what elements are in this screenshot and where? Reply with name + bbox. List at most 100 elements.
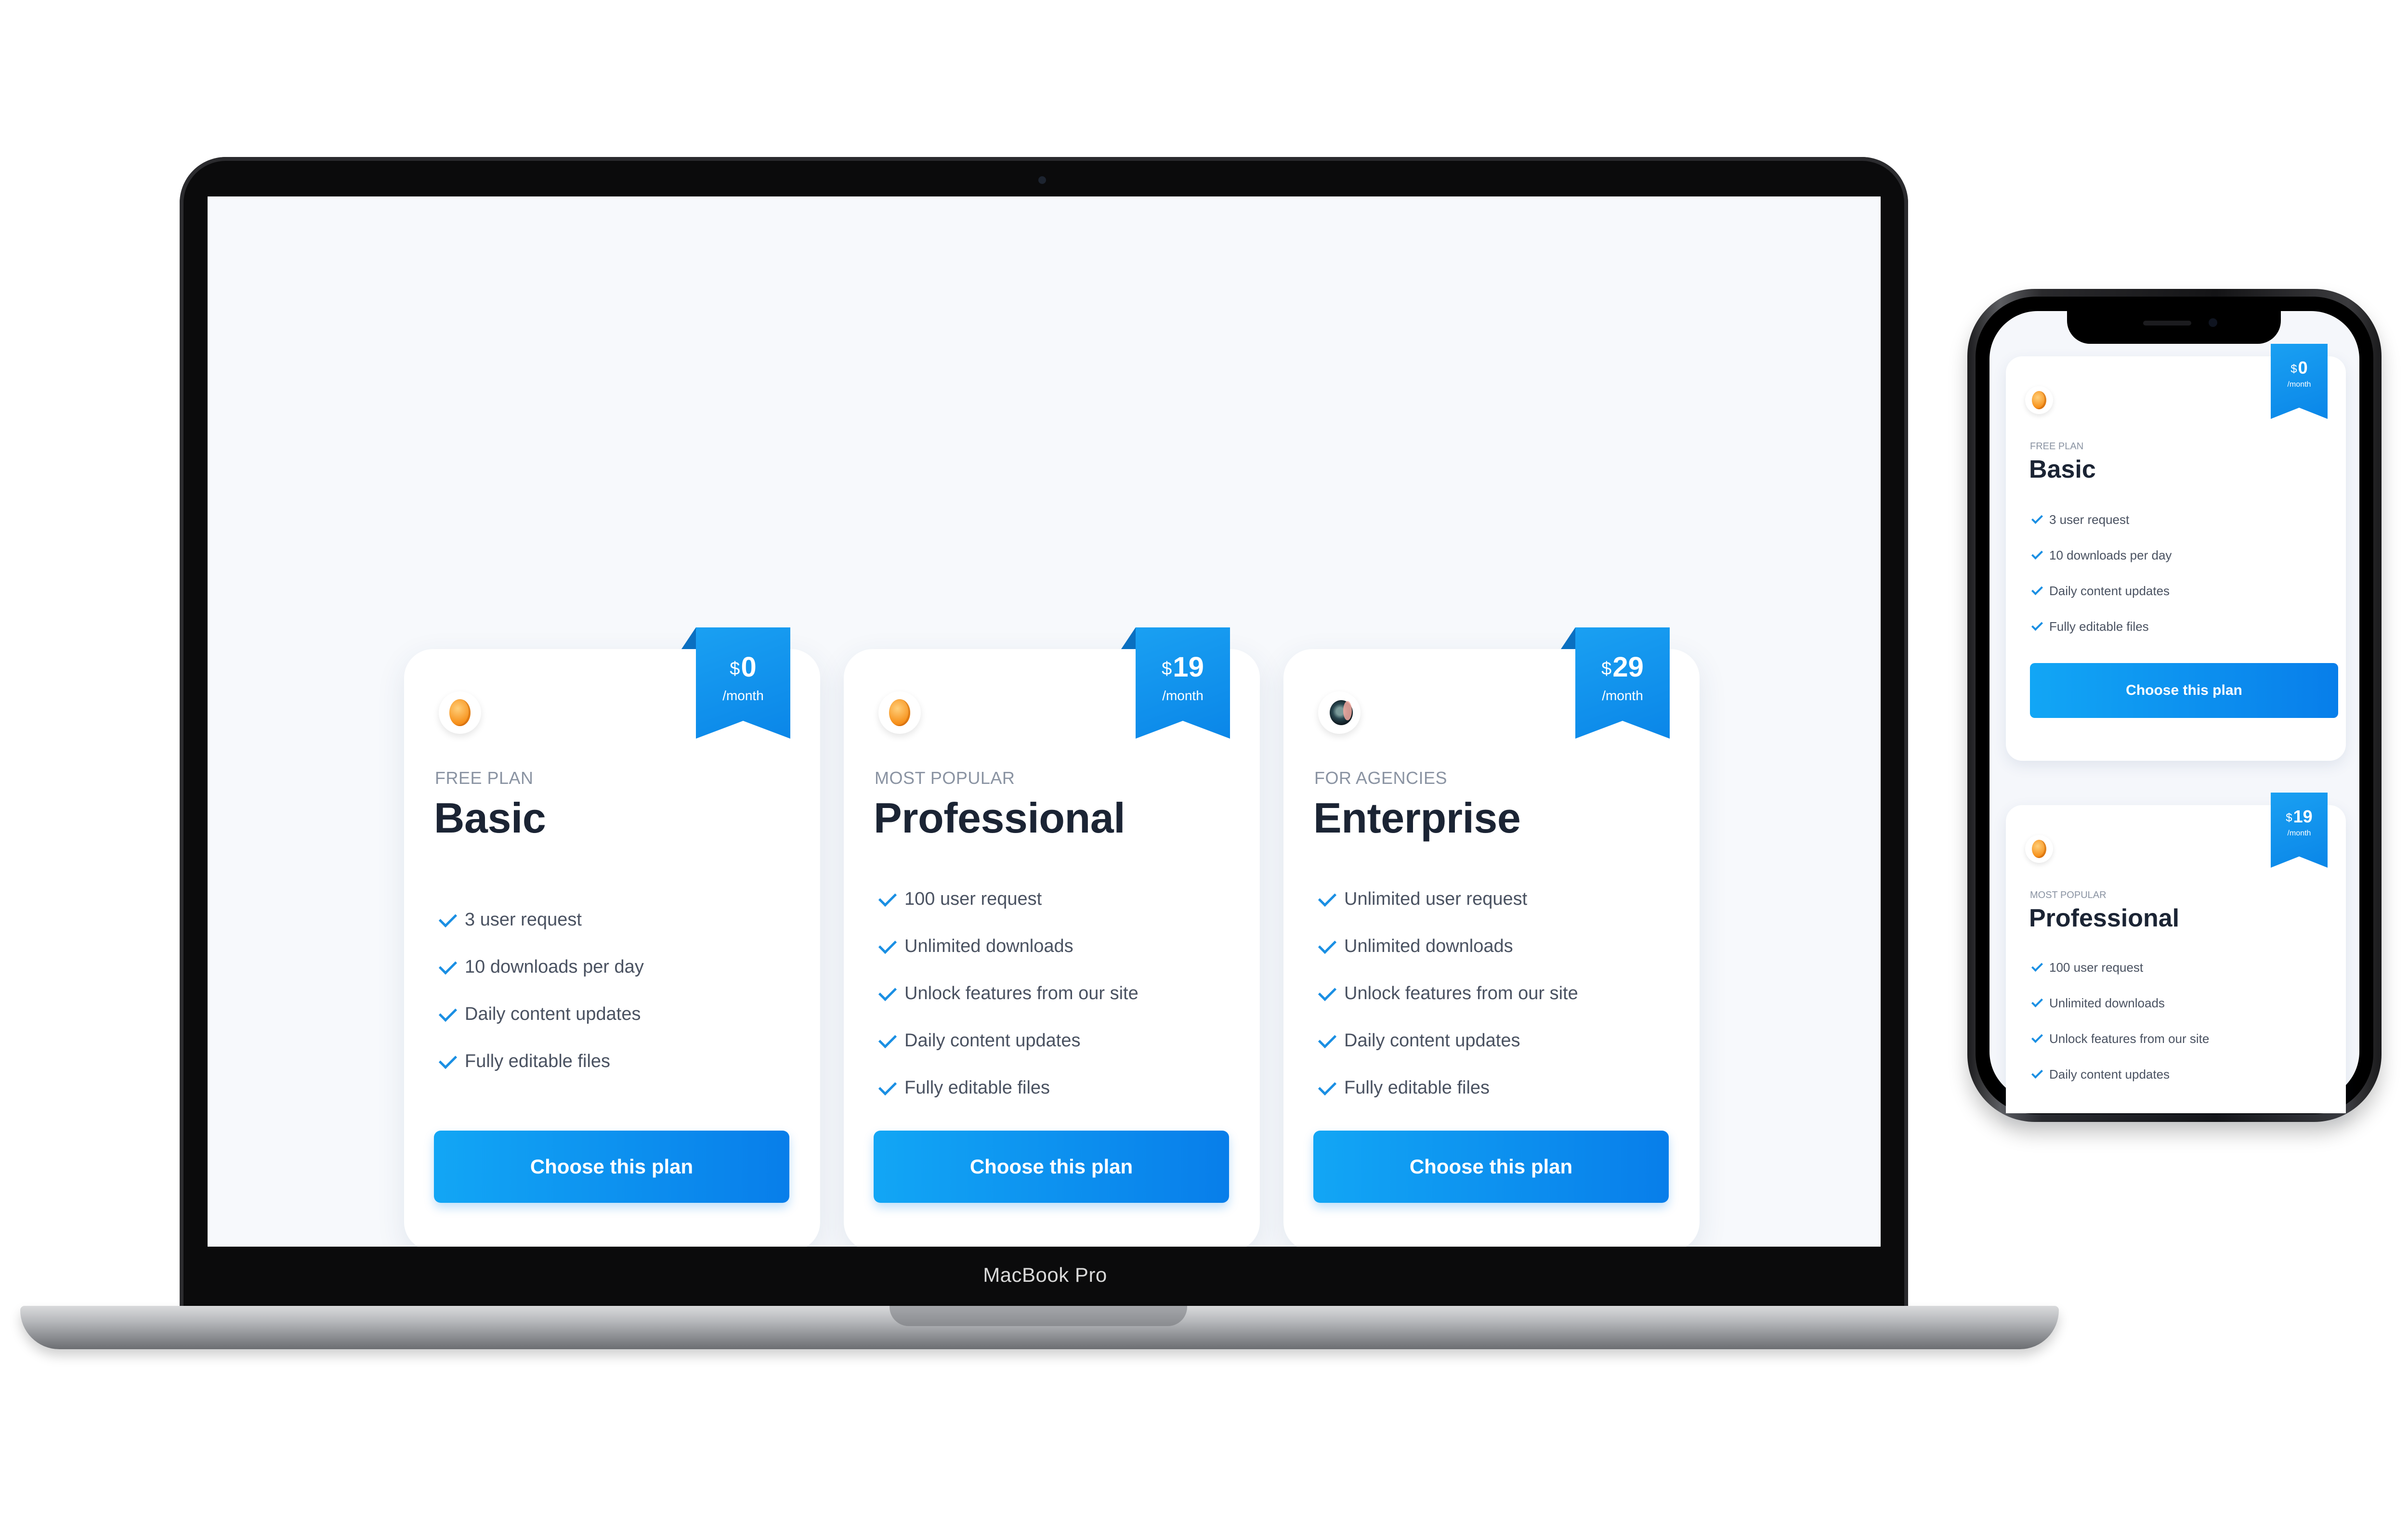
plan-title: Basic	[434, 794, 546, 842]
price-period: /month	[1602, 688, 1643, 703]
list-item: 100 user request	[2030, 950, 2209, 985]
currency-symbol: $	[730, 659, 740, 679]
plan-label: FREE PLAN	[435, 768, 534, 788]
feature-list: 100 user request Unlimited downloads Unl…	[2030, 950, 2209, 1092]
price-period: /month	[722, 688, 764, 703]
check-icon	[878, 1029, 897, 1049]
phone-camera	[2209, 318, 2217, 327]
check-icon	[2031, 619, 2043, 631]
price: $0	[2271, 359, 2328, 377]
laptop-hinge-notch	[890, 1306, 1187, 1326]
ribbon-fold	[681, 627, 696, 649]
list-item: Daily content updates	[2030, 1056, 2209, 1092]
check-icon	[2031, 547, 2043, 560]
plan-card-enterprise: $29 /month FOR AGENCIES Enterprise Unlim…	[1283, 627, 1700, 1247]
list-item: 3 user request	[2030, 502, 2172, 537]
choose-plan-button[interactable]: Choose this plan	[434, 1131, 789, 1203]
price-ribbon: $0 /month	[2271, 344, 2328, 419]
price-amount: 19	[1173, 651, 1204, 683]
price-period: /month	[1162, 688, 1204, 703]
plan-label: MOST POPULAR	[2030, 890, 2107, 900]
list-item: Daily content updates	[876, 1017, 1139, 1064]
mobile-plan-card-basic: $0 /month FREE PLAN Basic 3 user request…	[2006, 344, 2346, 761]
feature-list: 100 user request Unlimited downloads Unl…	[876, 875, 1139, 1111]
list-item: Fully editable files	[436, 1038, 644, 1085]
list-item: Fully editable files	[2030, 609, 2172, 644]
list-item: Unlimited user request	[1315, 875, 1578, 923]
orange-coin-icon	[2025, 386, 2053, 414]
currency-symbol: $	[2290, 363, 2297, 376]
choose-plan-button[interactable]: Choose this plan	[874, 1131, 1229, 1203]
check-icon	[878, 935, 897, 954]
list-item: Daily content updates	[436, 990, 644, 1038]
plan-label: MOST POPULAR	[875, 768, 1015, 788]
list-item: 100 user request	[876, 875, 1139, 923]
check-icon	[2031, 960, 2043, 972]
list-item: Unlimited downloads	[1315, 923, 1578, 970]
list-item: 10 downloads per day	[2030, 537, 2172, 573]
list-item: Unlock features from our site	[2030, 1021, 2209, 1056]
feature-list: Unlimited user request Unlimited downloa…	[1315, 875, 1578, 1111]
check-icon	[878, 982, 897, 1002]
check-icon	[2031, 995, 2043, 1008]
ribbon-fold	[1561, 627, 1575, 649]
price-amount: 29	[1612, 651, 1644, 683]
list-item: 3 user request	[436, 896, 644, 943]
check-icon	[878, 1077, 897, 1096]
check-icon	[438, 1003, 458, 1022]
feature-list: 3 user request 10 downloads per day Dail…	[436, 896, 644, 1085]
check-icon	[438, 956, 458, 975]
price-period: /month	[2287, 380, 2311, 389]
laptop-camera	[1038, 176, 1046, 184]
check-icon	[438, 909, 458, 928]
orange-coin-icon	[2025, 835, 2053, 863]
orange-coin-icon	[439, 691, 481, 734]
plan-label: FOR AGENCIES	[1314, 768, 1448, 788]
list-item: Unlock features from our site	[1315, 970, 1578, 1017]
plan-title: Professional	[874, 794, 1125, 842]
laptop-model-label: MacBook Pro	[983, 1263, 1107, 1286]
list-item: Unlock features from our site	[876, 970, 1139, 1017]
plan-label: FREE PLAN	[2030, 441, 2084, 452]
list-item: Unlimited downloads	[876, 923, 1139, 970]
plan-card-professional: $19 /month MOST POPULAR Professional 100…	[844, 627, 1260, 1247]
mockup-stage: $0 /month FREE PLAN Basic 3 user request…	[0, 0, 2408, 1537]
plan-title: Basic	[2029, 456, 2096, 483]
currency-symbol: $	[1162, 659, 1172, 679]
list-item: Daily content updates	[1315, 1017, 1578, 1064]
ribbon-fold	[1121, 627, 1136, 649]
check-icon	[878, 888, 897, 907]
phone-speaker	[2143, 321, 2191, 326]
price-ribbon: $0 /month	[696, 627, 790, 739]
plan-card-basic: $0 /month FREE PLAN Basic 3 user request…	[404, 627, 820, 1247]
check-icon	[438, 1050, 458, 1069]
price: $19	[2271, 808, 2328, 825]
list-item: Daily content updates	[2030, 573, 2172, 609]
list-item: Fully editable files	[1315, 1064, 1578, 1111]
list-item: Unlimited downloads	[2030, 985, 2209, 1021]
check-icon	[1318, 1077, 1337, 1096]
price: $29	[1575, 653, 1670, 681]
check-icon	[2031, 583, 2043, 596]
currency-symbol: $	[2286, 811, 2292, 824]
choose-plan-button[interactable]: Choose this plan	[2030, 663, 2338, 718]
price-amount: 0	[741, 651, 757, 683]
price: $19	[1136, 653, 1230, 681]
price-ribbon: $29 /month	[1575, 627, 1670, 739]
list-item: 10 downloads per day	[436, 943, 644, 990]
price-ribbon: $19 /month	[1136, 627, 1230, 739]
price-amount: 0	[2298, 358, 2308, 378]
choose-plan-button[interactable]: Choose this plan	[1313, 1131, 1669, 1203]
phone-notch	[2067, 311, 2281, 344]
check-icon	[1318, 1029, 1337, 1049]
dark-disc-icon	[1318, 691, 1361, 734]
price-ribbon: $19 /month	[2271, 793, 2328, 868]
list-item: Fully editable files	[876, 1064, 1139, 1111]
check-icon	[1318, 982, 1337, 1002]
feature-list: 3 user request 10 downloads per day Dail…	[2030, 502, 2172, 644]
orange-coin-icon	[878, 691, 921, 734]
check-icon	[2031, 512, 2043, 524]
currency-symbol: $	[1601, 659, 1612, 679]
check-icon	[2031, 1067, 2043, 1079]
plan-title: Professional	[2029, 904, 2180, 932]
